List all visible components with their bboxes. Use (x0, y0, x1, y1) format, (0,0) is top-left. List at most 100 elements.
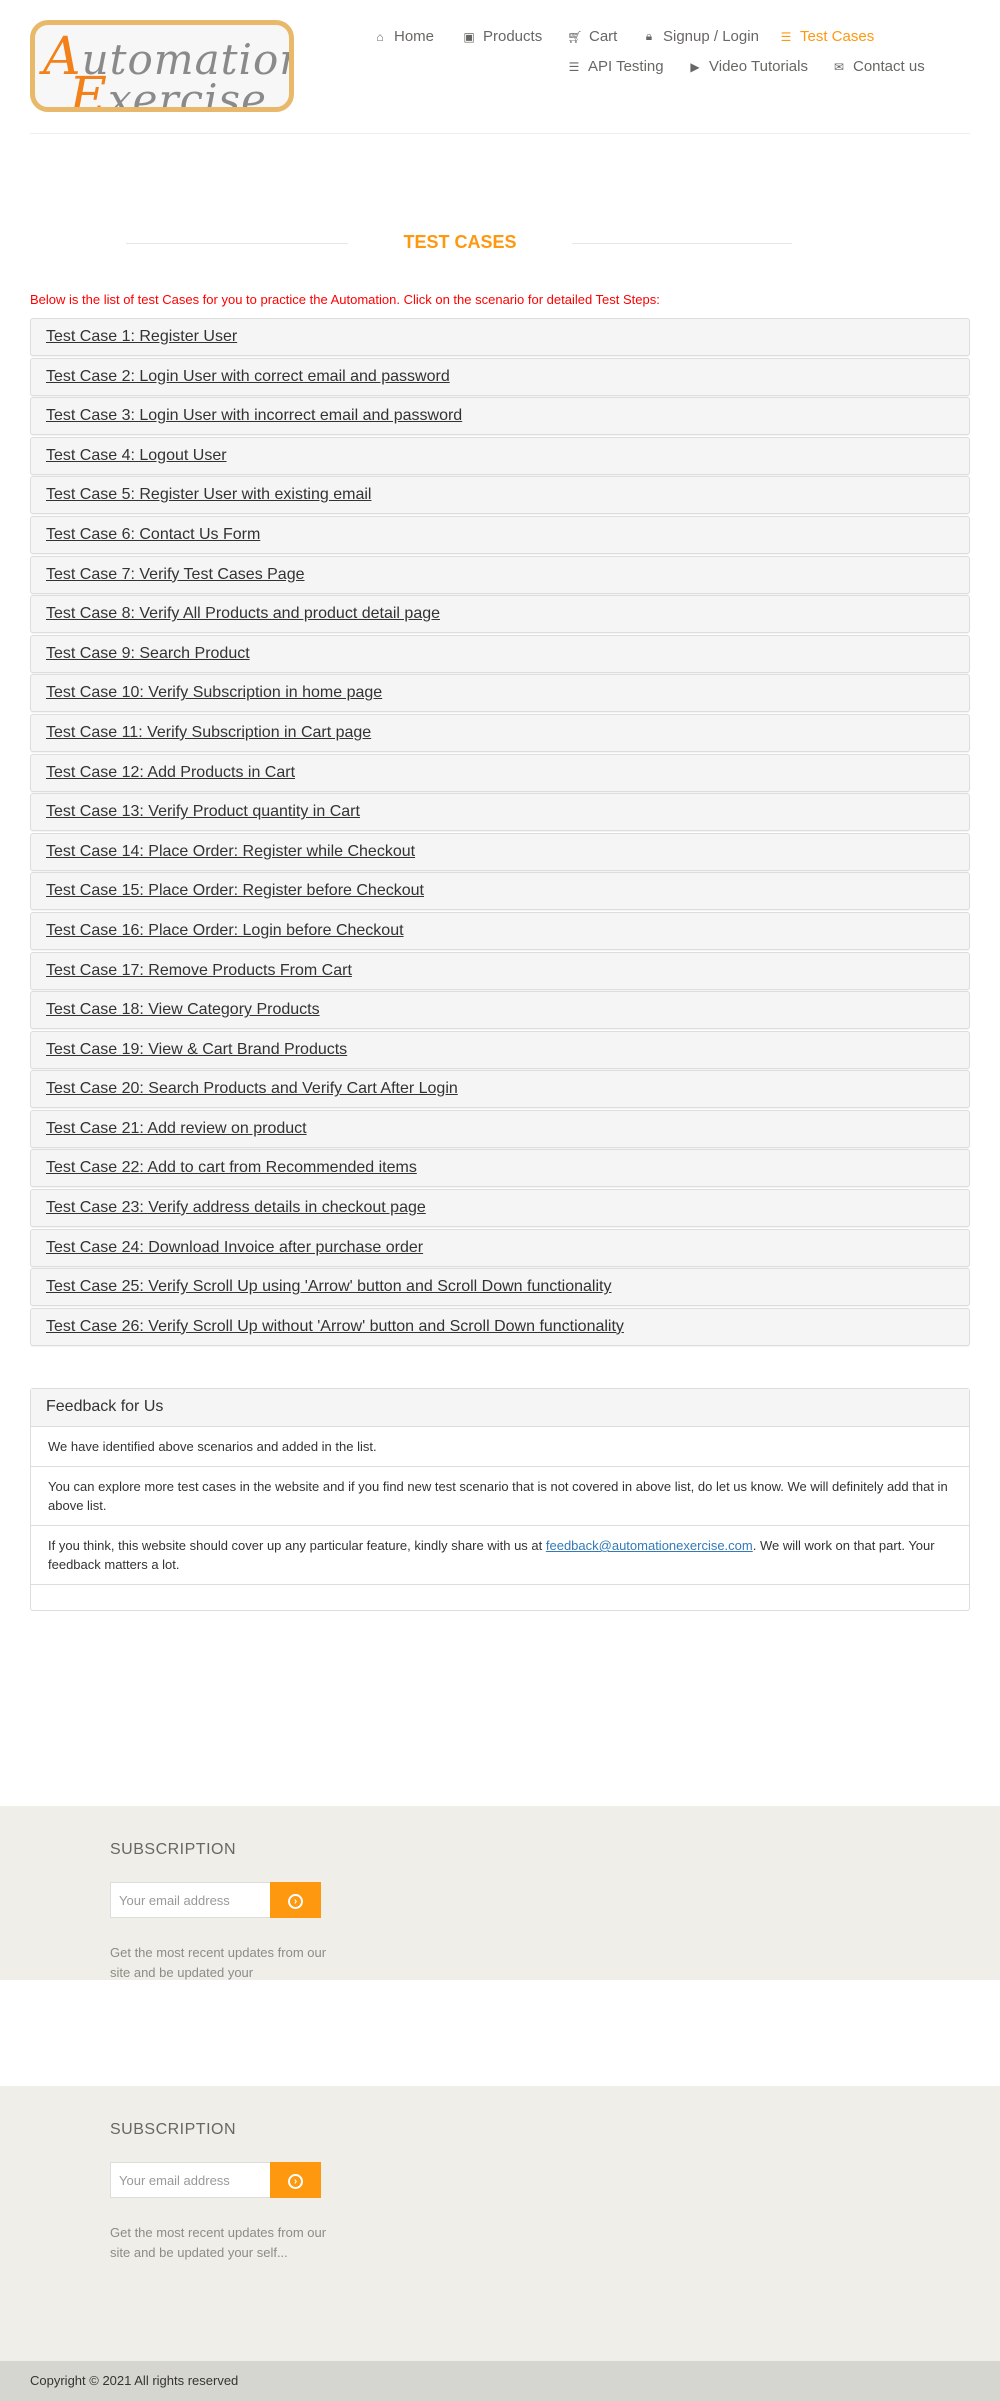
test-case-item[interactable]: Test Case 12: Add Products in Cart (30, 753, 970, 792)
test-case-link[interactable]: Test Case 23: Verify address details in … (46, 1199, 426, 1216)
test-case-list: Test Case 1: Register User Test Case 2: L… (30, 318, 970, 1347)
list-icon: ☰ (568, 59, 580, 74)
page-title-row: TEST CASES (0, 228, 1000, 258)
test-case-item[interactable]: Test Case 7: Verify Test Cases Page (30, 555, 970, 594)
nav-cart[interactable]: 🛒︎ Cart (567, 28, 617, 45)
test-case-item[interactable]: Test Case 4: Logout User (30, 436, 970, 475)
test-case-item[interactable]: Test Case 22: Add to cart from Recommend… (30, 1149, 970, 1188)
nav-contact-us-label: Contact us (853, 58, 925, 75)
test-case-item[interactable]: Test Case 13: Verify Product quantity in… (30, 793, 970, 832)
test-case-link[interactable]: Test Case 10: Verify Subscription in hom… (46, 684, 382, 701)
nav-home[interactable]: ⌂ Home (372, 28, 434, 45)
feedback-item: If you think, this website should cover … (31, 1526, 969, 1585)
list-icon: ☰ (780, 29, 792, 44)
test-case-item[interactable]: Test Case 21: Add review on product (30, 1109, 970, 1148)
test-case-item[interactable]: Test Case 16: Place Order: Login before … (30, 911, 970, 950)
nav-test-cases-label: Test Cases (800, 28, 875, 45)
test-case-item[interactable]: Test Case 17: Remove Products From Cart (30, 951, 970, 990)
test-case-link[interactable]: Test Case 8: Verify All Products and pro… (46, 605, 440, 622)
test-case-item[interactable]: Test Case 10: Verify Subscription in hom… (30, 674, 970, 713)
subscription-email-input[interactable] (110, 2162, 271, 2198)
test-case-link[interactable]: Test Case 25: Verify Scroll Up using 'Ar… (46, 1278, 611, 1295)
test-case-item[interactable]: Test Case 23: Verify address details in … (30, 1189, 970, 1228)
test-case-link[interactable]: Test Case 7: Verify Test Cases Page (46, 566, 305, 583)
youtube-icon: ▶ (690, 59, 700, 74)
feedback-panel: Feedback for Us We have identified above… (30, 1388, 970, 1611)
test-case-item[interactable]: Test Case 20: Search Products and Verify… (30, 1070, 970, 1109)
nav-products[interactable]: ▣ Products (461, 28, 542, 45)
test-case-link[interactable]: Test Case 20: Search Products and Verify… (46, 1080, 458, 1097)
test-case-item[interactable]: Test Case 8: Verify All Products and pro… (30, 595, 970, 634)
cart-icon: 🛒︎ (567, 29, 583, 44)
feedback-text: If you think, this website should cover … (48, 1538, 546, 1553)
test-case-link[interactable]: Test Case 19: View & Cart Brand Products (46, 1041, 347, 1058)
test-case-item[interactable]: Test Case 15: Place Order: Register befo… (30, 872, 970, 911)
test-case-link[interactable]: Test Case 4: Logout User (46, 447, 227, 464)
test-case-link[interactable]: Test Case 14: Place Order: Register whil… (46, 843, 415, 860)
test-case-link[interactable]: Test Case 21: Add review on product (46, 1120, 307, 1137)
test-case-item[interactable]: Test Case 14: Place Order: Register whil… (30, 832, 970, 871)
site-logo[interactable]: Automation Exercise (30, 20, 294, 112)
header: Automation Exercise ⌂ Home ▣ Products 🛒︎… (0, 0, 1000, 134)
test-case-link[interactable]: Test Case 6: Contact Us Form (46, 526, 260, 543)
test-case-link[interactable]: Test Case 5: Register User with existing… (46, 486, 371, 503)
test-case-item[interactable]: Test Case 19: View & Cart Brand Products (30, 1030, 970, 1069)
test-case-item[interactable]: Test Case 11: Verify Subscription in Car… (30, 713, 970, 752)
subscribe-button[interactable]: › (270, 1882, 321, 1918)
test-case-link[interactable]: Test Case 12: Add Products in Cart (46, 764, 295, 781)
nav-contact-us[interactable]: ✉ Contact us (831, 58, 925, 75)
test-case-link[interactable]: Test Case 3: Login User with incorrect e… (46, 407, 462, 424)
home-icon: ⌂ (376, 29, 384, 44)
test-case-item[interactable]: Test Case 1: Register User (30, 318, 970, 356)
footer-bar: Copyright © 2021 All rights reserved (0, 2361, 1000, 2401)
test-case-item[interactable]: Test Case 25: Verify Scroll Up using 'Ar… (30, 1268, 970, 1307)
nav-cart-label: Cart (589, 28, 618, 45)
arrow-circle-right-icon: › (288, 1894, 303, 1909)
test-case-item[interactable]: Test Case 9: Search Product (30, 634, 970, 673)
test-case-link[interactable]: Test Case 15: Place Order: Register befo… (46, 882, 424, 899)
feedback-heading: Feedback for Us (31, 1389, 969, 1427)
nav-api-testing-label: API Testing (588, 58, 664, 75)
subscription-text: Get the most recent updates from our sit… (110, 1945, 327, 1980)
test-case-link[interactable]: Test Case 2: Login User with correct ema… (46, 368, 450, 385)
nav-products-label: Products (483, 28, 543, 45)
subscription-title: SUBSCRIPTION (110, 2121, 237, 2138)
nav-test-cases[interactable]: ☰ Test Cases (778, 28, 875, 45)
subscription-title: SUBSCRIPTION (110, 1841, 237, 1858)
logo-word-exercise: Exercise (69, 67, 267, 112)
subscribe-button[interactable]: › (270, 2162, 321, 2198)
test-case-link[interactable]: Test Case 26: Verify Scroll Up without '… (46, 1318, 624, 1335)
nav-api-testing[interactable]: ☰ API Testing (566, 58, 664, 75)
subscription-text: Get the most recent updates from our sit… (110, 2225, 327, 2260)
test-case-link[interactable]: Test Case 16: Place Order: Login before … (46, 922, 404, 939)
test-case-link[interactable]: Test Case 11: Verify Subscription in Car… (46, 724, 371, 741)
feedback-item: You can explore more test cases in the w… (31, 1467, 969, 1526)
test-case-link[interactable]: Test Case 9: Search Product (46, 645, 250, 662)
feedback-email-link[interactable]: feedback@automationexercise.com (546, 1538, 753, 1553)
intro-text: Below is the list of test Cases for you … (30, 292, 660, 307)
test-case-item[interactable]: Test Case 5: Register User with existing… (30, 476, 970, 515)
nav-video-tutorials-label: Video Tutorials (709, 58, 808, 75)
subscription-section: SUBSCRIPTION › Get the most recent updat… (0, 1806, 1000, 1980)
test-case-link[interactable]: Test Case 17: Remove Products From Cart (46, 962, 352, 979)
nav-video-tutorials[interactable]: ▶ Video Tutorials (687, 58, 808, 75)
test-case-link[interactable]: Test Case 22: Add to cart from Recommend… (46, 1159, 417, 1176)
test-case-link[interactable]: Test Case 13: Verify Product quantity in… (46, 803, 360, 820)
subscription-section: SUBSCRIPTION › Get the most recent updat… (0, 2086, 1000, 2361)
test-case-item[interactable]: Test Case 18: View Category Products (30, 991, 970, 1030)
test-case-item[interactable]: Test Case 24: Download Invoice after pur… (30, 1228, 970, 1267)
test-case-link[interactable]: Test Case 24: Download Invoice after pur… (46, 1239, 423, 1256)
test-case-item[interactable]: Test Case 2: Login User with correct ema… (30, 357, 970, 396)
nav-signup-login-label: Signup / Login (663, 28, 759, 45)
arrow-circle-right-icon: › (288, 2174, 303, 2189)
nav-signup-login[interactable]: 🔒︎ Signup / Login (641, 28, 759, 45)
title-divider-right (572, 243, 792, 244)
test-case-link[interactable]: Test Case 1: Register User (46, 328, 237, 345)
test-case-item[interactable]: Test Case 6: Contact Us Form (30, 515, 970, 554)
copyright-text: Copyright © 2021 All rights reserved (30, 2373, 239, 2388)
subscription-email-input[interactable] (110, 1882, 271, 1918)
lock-icon: 🔒︎ (645, 29, 653, 43)
test-case-link[interactable]: Test Case 18: View Category Products (46, 1001, 320, 1018)
test-case-item[interactable]: Test Case 3: Login User with incorrect e… (30, 397, 970, 436)
test-case-item[interactable]: Test Case 26: Verify Scroll Up without '… (30, 1307, 970, 1346)
